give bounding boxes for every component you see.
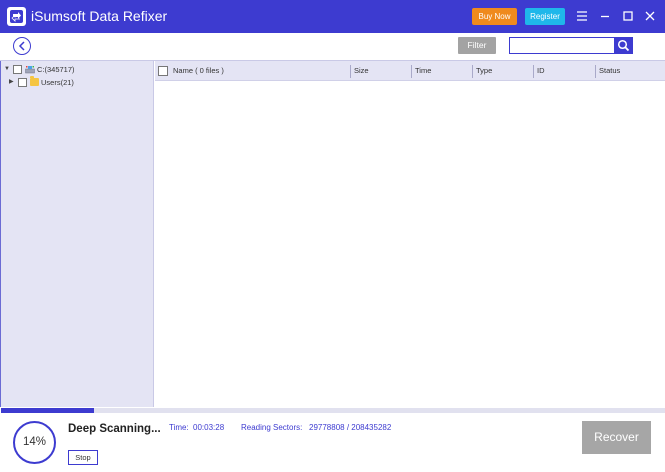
drive-icon <box>25 65 35 74</box>
caret-down-icon[interactable]: ▼ <box>4 66 10 72</box>
maximize-icon[interactable] <box>620 8 636 24</box>
tree-item-label: Users(21) <box>41 77 74 87</box>
register-button[interactable]: Register <box>525 8 565 25</box>
tree-item-drive[interactable]: ▼ C:(345717) <box>4 63 75 75</box>
sectors-value: 29778808 / 208435282 <box>309 423 392 432</box>
column-id[interactable]: ID <box>537 61 545 81</box>
column-name[interactable]: Name ( 0 files ) <box>173 61 224 81</box>
file-list: Name ( 0 files ) Size Time Type ID Statu… <box>155 61 665 407</box>
column-divider[interactable] <box>350 65 351 78</box>
minimize-icon[interactable] <box>597 8 613 24</box>
buy-now-button[interactable]: Buy Now <box>472 8 517 25</box>
column-size[interactable]: Size <box>354 61 369 81</box>
back-arrow-icon <box>18 41 25 51</box>
column-time[interactable]: Time <box>415 61 431 81</box>
tree-item-label: C:(345717) <box>37 64 75 74</box>
column-divider[interactable] <box>533 65 534 78</box>
app-logo-icon <box>7 7 26 26</box>
time-value: 00:03:28 <box>193 423 225 432</box>
scan-status-panel: 14% Deep Scanning... Stop Time: 00:03:28… <box>0 413 665 472</box>
folder-icon <box>30 76 39 86</box>
column-type[interactable]: Type <box>476 61 492 81</box>
search-input[interactable] <box>509 37 615 54</box>
scan-title: Deep Scanning... <box>68 423 161 435</box>
progress-percent: 14% <box>13 421 56 464</box>
title-bar: iSumsoft Data Refixer Buy Now Register <box>0 0 665 33</box>
file-list-header: Name ( 0 files ) Size Time Type ID Statu… <box>155 61 665 81</box>
recover-button[interactable]: Recover <box>582 421 651 454</box>
app-title: iSumsoft Data Refixer <box>31 8 168 24</box>
menu-icon[interactable] <box>574 8 590 24</box>
column-status[interactable]: Status <box>599 61 620 81</box>
search-button[interactable] <box>614 37 633 54</box>
directory-tree: ▼ C:(345717) ▶ Users(21) <box>0 61 154 407</box>
stop-button[interactable]: Stop <box>68 450 98 465</box>
search-icon <box>617 39 630 52</box>
filter-button[interactable]: Filter <box>458 37 496 54</box>
tree-item-users[interactable]: ▶ Users(21) <box>9 76 74 88</box>
tree-checkbox[interactable] <box>18 77 27 87</box>
tree-checkbox[interactable] <box>13 64 22 74</box>
back-button[interactable] <box>13 37 31 55</box>
sectors-label: Reading Sectors: <box>241 423 303 432</box>
column-divider[interactable] <box>595 65 596 78</box>
select-all-checkbox[interactable] <box>158 66 168 76</box>
toolbar: Filter <box>0 33 665 61</box>
close-icon[interactable] <box>642 8 658 24</box>
column-divider[interactable] <box>472 65 473 78</box>
caret-right-icon[interactable]: ▶ <box>9 79 15 85</box>
column-divider[interactable] <box>411 65 412 78</box>
time-label: Time: <box>169 423 189 432</box>
